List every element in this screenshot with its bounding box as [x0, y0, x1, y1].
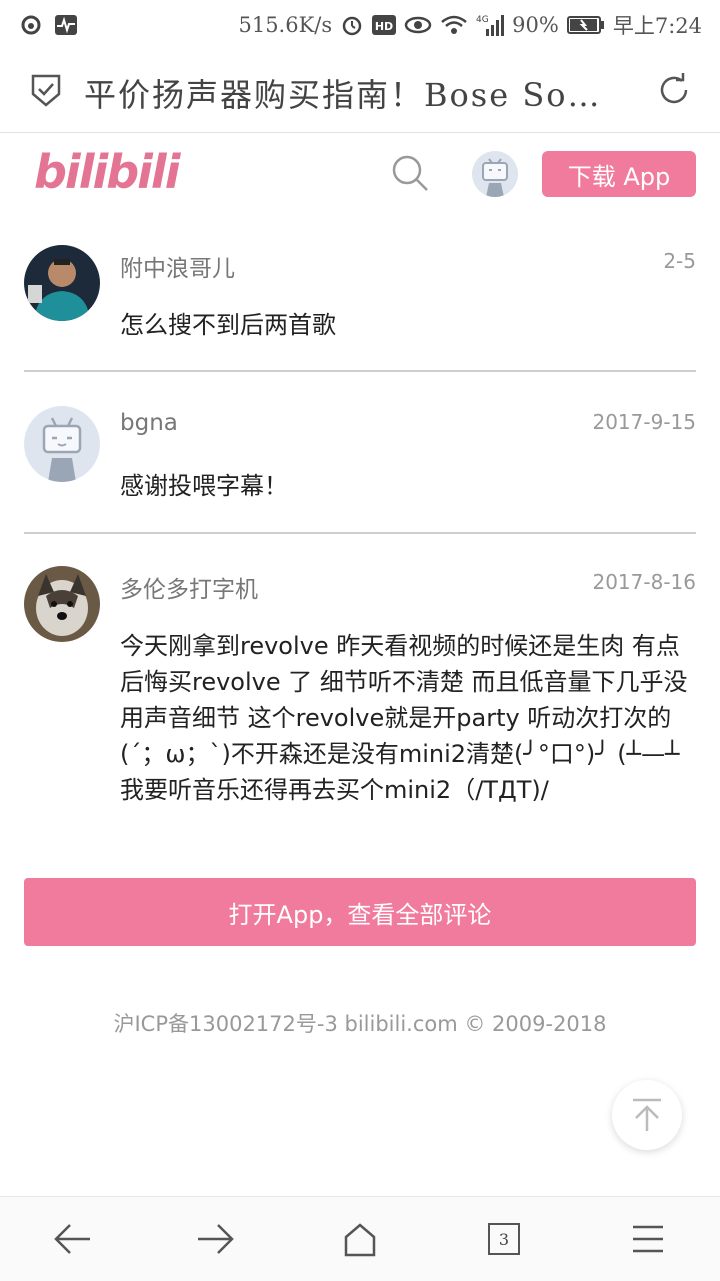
- comment-text: 感谢投喂字幕！: [120, 472, 288, 500]
- open-app-button[interactable]: 打开App，查看全部评论: [24, 878, 696, 946]
- site-header: bilibili 下载 App: [0, 133, 720, 221]
- arrow-left-icon: [54, 1224, 90, 1254]
- status-bar: 515.6K/s HD 4G 90% 早上7:24: [0, 0, 720, 50]
- search-icon[interactable]: [390, 153, 430, 197]
- comment-item: 附中浪哥儿 2-5 怎么搜不到后两首歌: [24, 245, 696, 355]
- clock: 早上7:24: [612, 14, 702, 38]
- comment-item: bgna 2017-9-15 感谢投喂字幕！: [24, 406, 696, 516]
- download-app-button[interactable]: 下载 App: [542, 151, 696, 197]
- avatar[interactable]: [24, 566, 100, 642]
- svg-text:HD: HD: [375, 20, 393, 33]
- avatar[interactable]: [24, 245, 100, 321]
- avatar[interactable]: [24, 406, 100, 482]
- home-icon: [344, 1223, 376, 1257]
- battery-percent: 90%: [512, 13, 559, 37]
- menu-button[interactable]: [624, 1215, 672, 1263]
- back-to-top-button[interactable]: [612, 1080, 682, 1150]
- forward-button[interactable]: [192, 1215, 240, 1263]
- alarm-icon: [340, 13, 364, 37]
- signal-icon: 4G: [476, 13, 505, 37]
- network-type: 4G: [476, 15, 489, 25]
- network-speed: 515.6K/s: [238, 13, 333, 37]
- shield-check-icon[interactable]: [30, 72, 62, 112]
- battery-icon: [566, 15, 605, 35]
- comment-text: 今天刚拿到revolve 昨天看视频的时候还是生肉 有点后悔买revolve 了…: [120, 632, 688, 804]
- tab-count: 3: [488, 1223, 520, 1255]
- hd-icon: HD: [372, 14, 397, 36]
- browser-address-bar: 平价扬声器购买指南！Bose So…: [0, 50, 720, 133]
- wifi-icon: [440, 14, 468, 36]
- menu-icon: [633, 1225, 663, 1253]
- divider: [24, 370, 696, 372]
- back-button[interactable]: [48, 1215, 96, 1263]
- comment-text: 怎么搜不到后两首歌: [120, 311, 336, 339]
- divider: [24, 532, 696, 534]
- arrow-up-icon: [633, 1098, 661, 1131]
- arrow-right-icon: [198, 1224, 234, 1254]
- reload-icon[interactable]: [656, 72, 692, 112]
- footer-copyright: 沪ICP备13002172号-3 bilibili.com © 2009-201…: [113, 1012, 607, 1036]
- comment-date: 2017-8-16: [592, 570, 696, 594]
- comment-date: 2-5: [663, 249, 696, 273]
- home-button[interactable]: [336, 1215, 384, 1263]
- browser-bottom-nav: 3: [0, 1196, 720, 1281]
- user-avatar[interactable]: [472, 151, 518, 197]
- page-title[interactable]: 平价扬声器购买指南！Bose So…: [84, 70, 624, 116]
- activity-icon: [54, 14, 78, 36]
- weibo-icon: [20, 14, 42, 36]
- eye-icon: [404, 15, 432, 35]
- comment-date: 2017-9-15: [592, 410, 696, 434]
- comment-username[interactable]: 附中浪哥儿: [120, 249, 235, 283]
- comment-username[interactable]: 多伦多打字机: [120, 570, 258, 604]
- tabs-button[interactable]: 3: [480, 1215, 528, 1263]
- comment-username[interactable]: bgna: [120, 410, 178, 436]
- comment-item: 多伦多打字机 2017-8-16 今天刚拿到revolve 昨天看视频的时候还是…: [24, 566, 696, 856]
- bilibili-logo[interactable]: bilibili: [34, 145, 180, 199]
